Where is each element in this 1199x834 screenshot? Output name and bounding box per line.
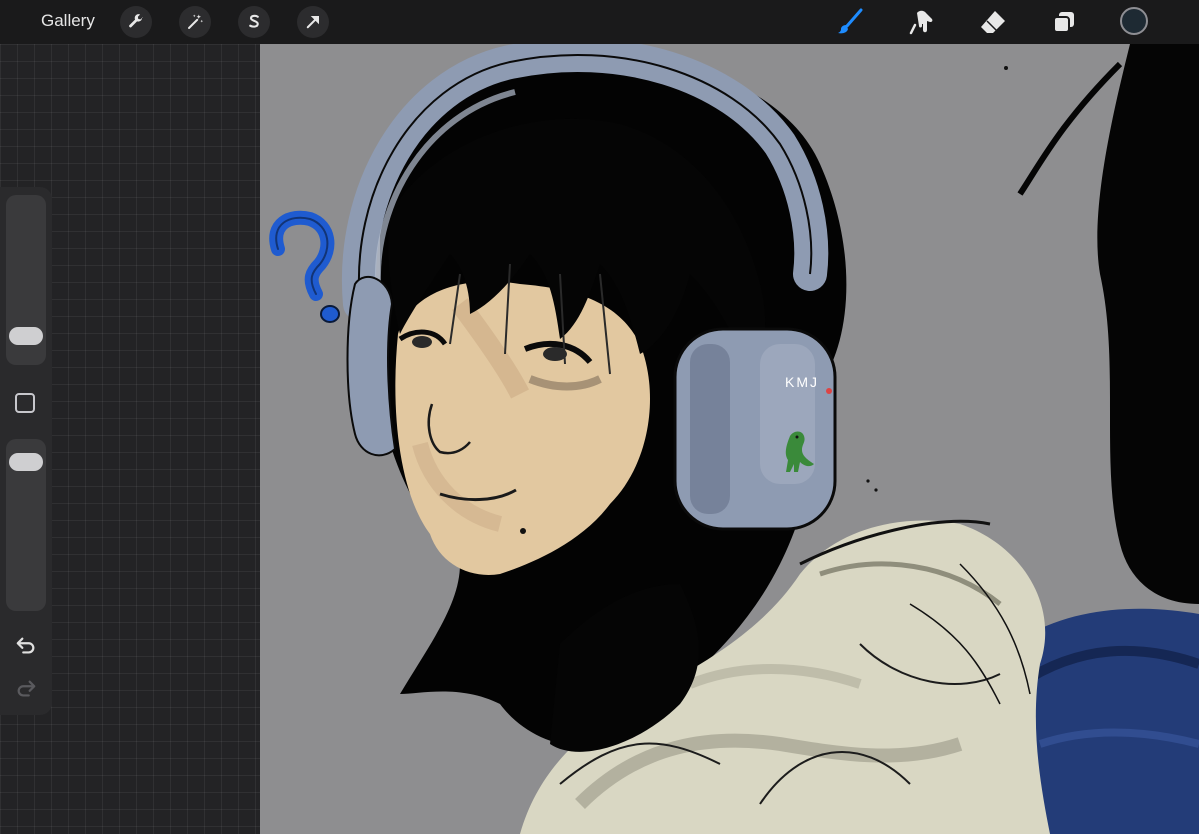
- undo-icon: [16, 637, 35, 654]
- transform-button[interactable]: [297, 6, 329, 38]
- eraser-tool[interactable]: [977, 6, 1009, 38]
- brush-size-slider[interactable]: [6, 195, 46, 365]
- brush-tool[interactable]: [834, 6, 866, 38]
- artwork: KMJ: [269, 44, 1199, 834]
- smudge-tool[interactable]: [906, 6, 938, 38]
- layers-icon: [1053, 12, 1074, 33]
- top-toolbar: Gallery: [0, 0, 1199, 44]
- brush-icon: [838, 8, 863, 34]
- color-picker-swatch[interactable]: [1120, 7, 1148, 35]
- undo-button[interactable]: [14, 634, 38, 658]
- transform-arrow-icon: [306, 16, 319, 29]
- brush-size-knob[interactable]: [9, 327, 43, 346]
- gallery-button[interactable]: Gallery: [41, 11, 95, 31]
- magic-wand-icon: [188, 14, 204, 29]
- redo-icon: [17, 680, 36, 697]
- modifier-square-icon[interactable]: [15, 393, 35, 413]
- wrench-icon: [129, 14, 143, 28]
- selection-icon: [249, 14, 259, 28]
- headphone-text: KMJ: [785, 374, 819, 390]
- smudge-icon: [909, 10, 933, 35]
- opacity-knob[interactable]: [9, 453, 43, 472]
- opacity-slider[interactable]: [6, 439, 46, 611]
- drawing-canvas[interactable]: KMJ: [260, 44, 1199, 834]
- redo-button[interactable]: [14, 677, 38, 701]
- actions-button[interactable]: [120, 6, 152, 38]
- selection-button[interactable]: [238, 6, 270, 38]
- adjustments-button[interactable]: [179, 6, 211, 38]
- layers-button[interactable]: [1048, 6, 1080, 38]
- eraser-icon: [981, 11, 1005, 33]
- left-sidebar: [0, 187, 52, 715]
